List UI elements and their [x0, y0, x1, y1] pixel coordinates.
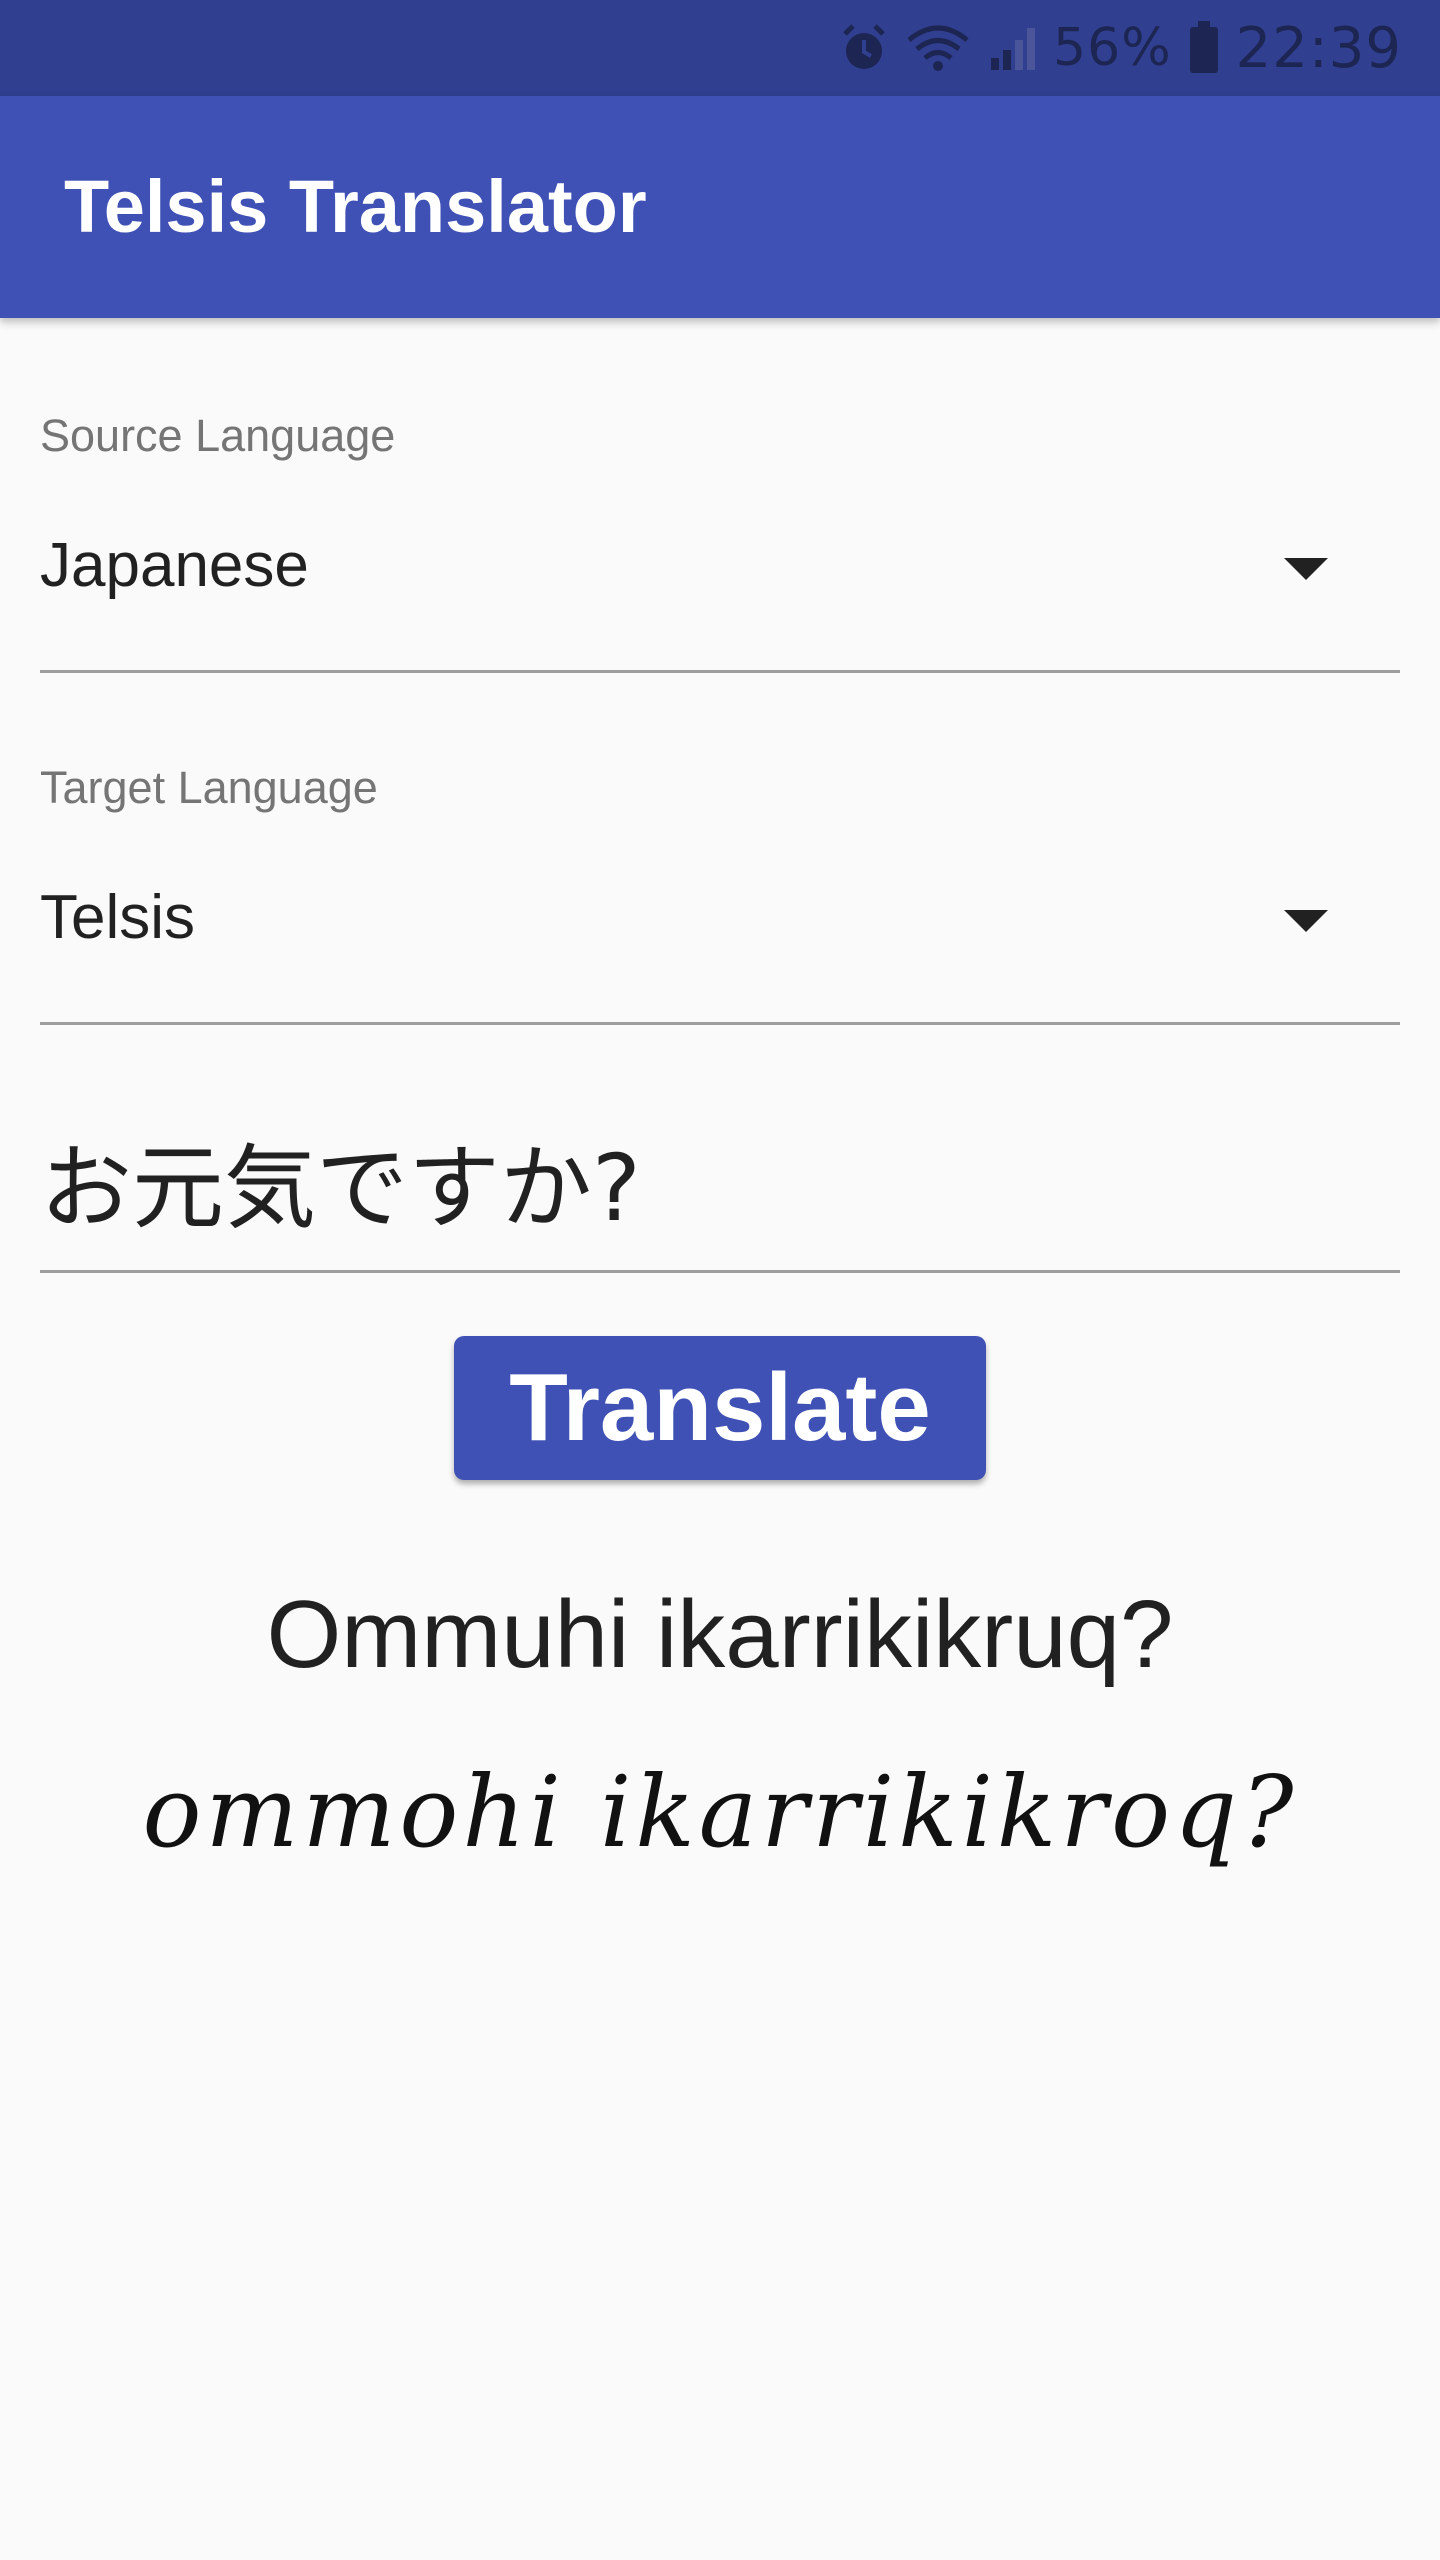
- translate-button[interactable]: Translate: [454, 1336, 986, 1480]
- wifi-icon: [907, 25, 969, 71]
- target-language-spinner[interactable]: Telsis: [40, 882, 1400, 1025]
- status-bar: 56% 22:39: [0, 0, 1440, 96]
- source-language-label: Source Language: [40, 410, 396, 461]
- target-language-value: Telsis: [40, 883, 196, 952]
- battery-icon: [1189, 21, 1218, 73]
- translation-result: Ommuhi ikarrikikruq?: [266, 1581, 1174, 1688]
- telsis-script-result: ommohi ikarrikikroq?: [142, 1756, 1298, 1870]
- dropdown-arrow-icon: [1284, 558, 1328, 580]
- app-title: Telsis Translator: [64, 165, 647, 248]
- dropdown-arrow-icon: [1284, 910, 1328, 932]
- signal-icon: [991, 28, 1036, 70]
- clock: 22:39: [1235, 15, 1402, 81]
- status-icons: 56% 22:39: [839, 0, 1402, 96]
- app-bar: Telsis Translator: [0, 96, 1440, 318]
- alarm-icon: [843, 24, 885, 69]
- battery-percent: 56%: [1053, 18, 1172, 78]
- source-language-spinner[interactable]: Japanese: [40, 530, 1400, 673]
- source-language-value: Japanese: [40, 531, 309, 600]
- target-language-label: Target Language: [40, 762, 378, 813]
- source-text-input[interactable]: [40, 1090, 1400, 1273]
